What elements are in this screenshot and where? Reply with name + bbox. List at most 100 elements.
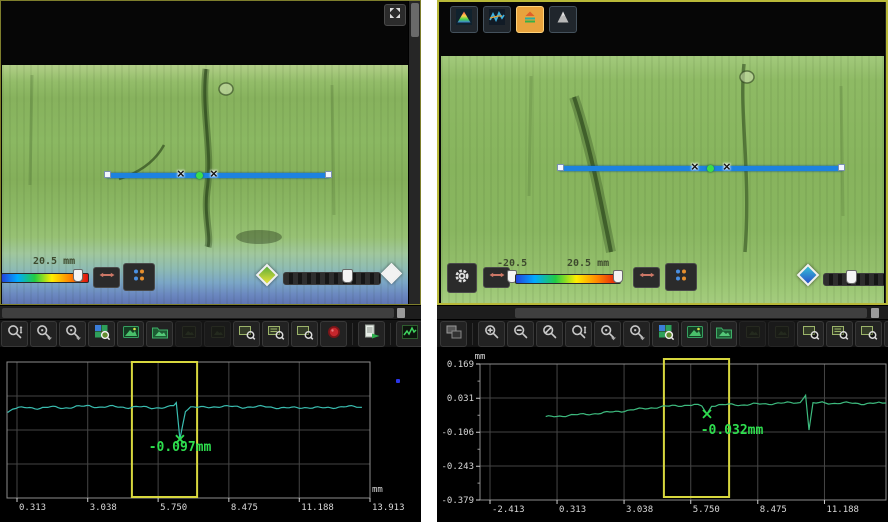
pixel-zoom-button[interactable] [652,321,679,347]
zoom-updown-button[interactable] [1,321,28,347]
record-icon [325,323,343,346]
color-scale-bar[interactable] [515,274,621,284]
image-folder-button[interactable] [146,321,173,347]
zoom-select-b-button[interactable] [623,321,650,347]
toolbar-separator [387,323,394,345]
zoom-updown-icon [6,323,24,346]
export-button[interactable] [358,321,385,347]
svg-text:11.188: 11.188 [301,503,334,513]
view-height-map-button[interactable] [450,6,478,33]
color-scale-handle-max[interactable] [613,270,623,283]
region-zoom-b-icon [267,323,285,346]
expand-view-button[interactable] [384,4,406,26]
region-zoom-a-button[interactable] [233,321,260,347]
zoom-in-button[interactable] [478,321,505,347]
image-folder-icon [151,323,169,346]
expand-icon [386,4,404,27]
tool-disabled-a-button[interactable] [175,321,202,347]
image-view-icon [686,323,704,346]
color-scale-handle[interactable] [73,269,83,282]
record-button[interactable] [884,321,888,347]
measure-x-marker[interactable]: × [691,160,699,174]
zoom-updown-button[interactable] [565,321,592,347]
tool-disabled-a-button[interactable] [739,321,766,347]
horizontal-scrollbar-thumb[interactable] [2,308,394,318]
measure-endpoint[interactable] [838,164,845,171]
range-fit-button[interactable] [483,267,510,288]
measure-x-marker[interactable]: × [177,167,185,181]
zoom-fit-button[interactable] [536,321,563,347]
region-zoom-b-button[interactable] [826,321,853,347]
region-zoom-c-icon [296,323,314,346]
fit-range-icon [488,266,506,289]
tool-disabled-b-button[interactable] [204,321,231,347]
right-profile-chart[interactable]: -2.4130.3133.0385.7508.47511.1880.1690.0… [437,347,888,522]
range-fit-button[interactable] [633,267,660,288]
measure-line[interactable] [106,173,330,178]
svg-text:13.913: 13.913 [372,503,405,513]
region-zoom-b-button[interactable] [262,321,289,347]
scrollbar-grip[interactable] [397,308,405,318]
image-folder-button[interactable] [710,321,737,347]
view-layers-button[interactable] [516,6,544,33]
region-zoom-a-icon [238,323,256,346]
opacity-slider-track[interactable] [283,272,381,285]
pixel-zoom-button[interactable] [88,321,115,347]
height-range-label: 20.5 mm [33,256,75,267]
export-icon [363,323,381,346]
view-grayscale-button[interactable] [549,6,577,33]
measure-x-marker[interactable]: × [723,160,731,174]
view-height-map-icon [455,8,473,31]
zoom-out-button[interactable] [507,321,534,347]
display-layout-button[interactable] [440,321,467,347]
vertical-scrollbar-thumb[interactable] [411,3,419,37]
record-button[interactable] [320,321,347,347]
image-view-icon [122,323,140,346]
left-toolbar [0,319,421,348]
right-surface-viewport[interactable]: × × -20.5 20.5 mm [437,0,888,305]
scrollbar-grip[interactable] [871,308,879,318]
zoom-select-a-icon [35,323,53,346]
horizontal-scrollbar[interactable] [437,305,888,320]
opacity-slider-handle[interactable] [342,269,353,283]
region-zoom-a-icon [802,323,820,346]
zoom-select-a-button[interactable] [30,321,57,347]
region-zoom-c-button[interactable] [291,321,318,347]
region-zoom-c-button[interactable] [855,321,882,347]
color-dots-icon [672,266,690,289]
view-profile-wave-button[interactable] [483,6,511,33]
zoom-select-a-button[interactable] [594,321,621,347]
zoom-select-b-button[interactable] [59,321,86,347]
measure-center-point[interactable] [707,165,714,172]
horizontal-scrollbar[interactable] [0,305,421,320]
image-folder-icon [715,323,733,346]
profile-chart-button[interactable] [396,321,421,347]
svg-text:8.475: 8.475 [231,503,258,513]
range-fit-button[interactable] [93,267,120,288]
vertical-scrollbar[interactable] [884,2,888,305]
fit-range-icon [638,266,656,289]
display-mode-button[interactable] [665,263,697,291]
zoom-in-icon [483,323,501,346]
vertical-scrollbar[interactable] [408,1,421,304]
display-mode-button[interactable] [123,263,155,291]
horizontal-scrollbar-thumb[interactable] [515,308,867,318]
tool-disabled-b-button[interactable] [768,321,795,347]
measure-endpoint[interactable] [104,171,111,178]
image-view-button[interactable] [117,321,144,347]
left-profile-chart[interactable]: 0.3133.0385.7508.47511.18813.913mm [0,347,421,522]
measure-endpoint[interactable] [325,171,332,178]
zoom-updown-icon [570,323,588,346]
measure-line[interactable] [559,166,843,171]
measure-x-marker[interactable]: × [210,167,218,181]
settings-button[interactable] [447,263,477,293]
svg-text:mm: mm [372,485,383,495]
measure-endpoint[interactable] [557,164,564,171]
left-surface-viewport[interactable]: × × 20.5 mm [0,0,421,305]
right-toolbar [437,319,888,348]
region-zoom-a-button[interactable] [797,321,824,347]
opacity-slider-handle[interactable] [846,270,857,284]
svg-text:mm: mm [475,352,486,362]
measure-center-point[interactable] [196,172,203,179]
image-view-button[interactable] [681,321,708,347]
